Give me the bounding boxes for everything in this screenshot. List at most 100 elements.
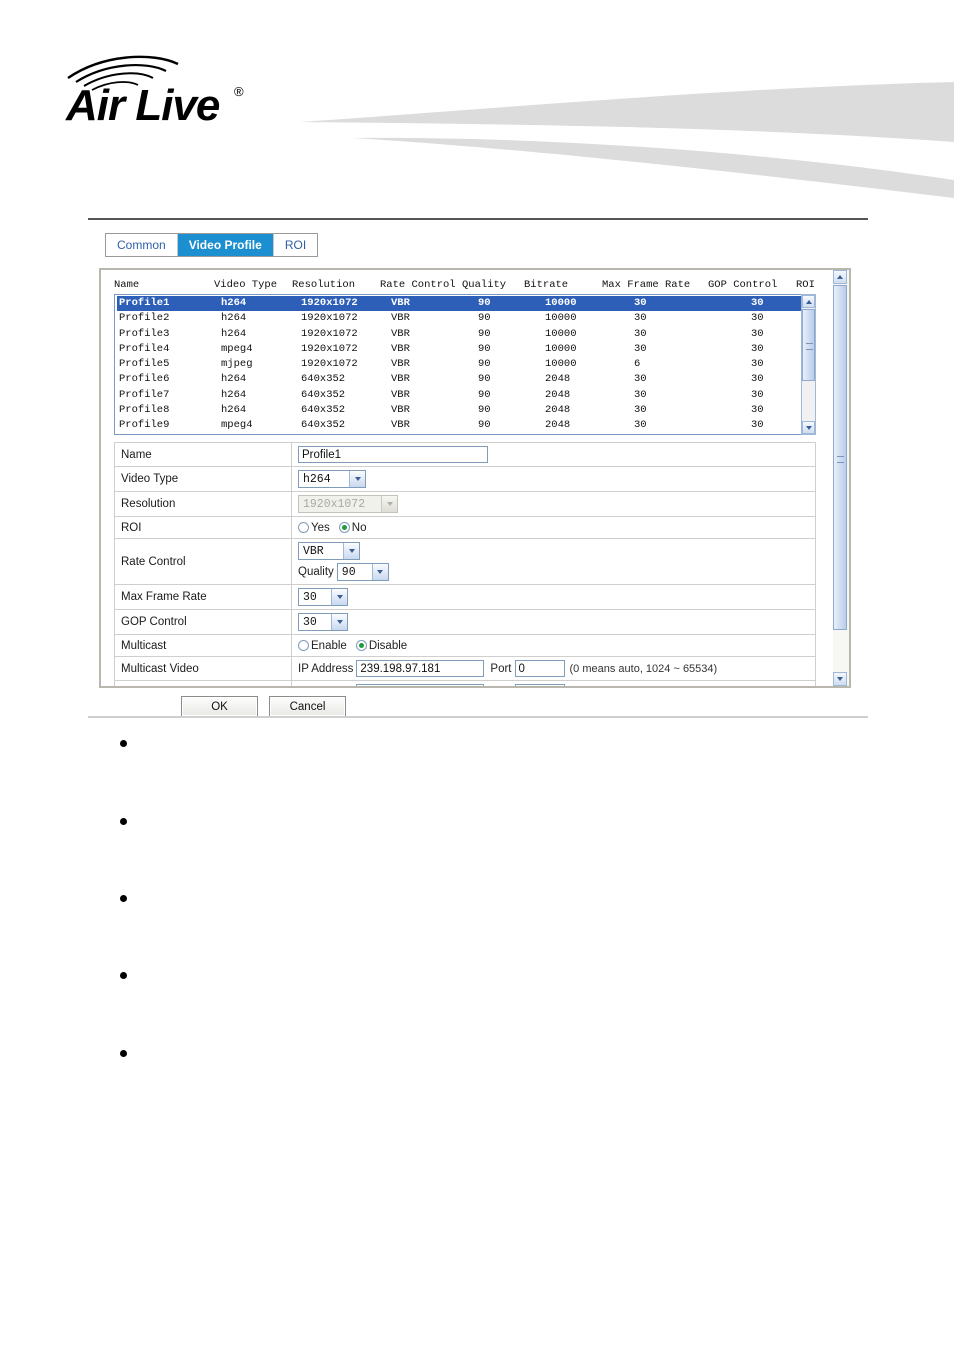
chevron-down-icon[interactable] (331, 589, 347, 605)
gop-control-value: 30 (303, 615, 317, 629)
table-row[interactable]: Profile10mjpeg640x352VBR902048630nono (117, 434, 815, 435)
cell-quality: 90 (478, 419, 491, 432)
cell-bitrate: 2048 (541, 434, 624, 435)
resolution-value: 1920x1072 (303, 497, 366, 511)
header-swoosh-graphic (300, 80, 954, 200)
cell-max_frame_rate: 30 (634, 419, 647, 432)
tab-common[interactable]: Common (106, 234, 178, 256)
radio-icon-multicast-enable[interactable] (298, 640, 309, 651)
label-video-type: Video Type (115, 467, 292, 491)
multicast-video-port-input[interactable] (514, 660, 565, 677)
scrollbar-thumb[interactable] (802, 309, 815, 381)
cell-quality: 90 (474, 296, 541, 312)
col-video-type: Video Type (214, 279, 278, 291)
panel-bottom-divider (88, 716, 868, 718)
table-row[interactable]: Profile4mpeg41920x1072VBR90100003030nono (117, 342, 815, 357)
table-row[interactable]: Profile5mjpeg1920x1072VBR9010000630nono (117, 357, 815, 372)
row-multicast: Multicast Enable Disable (114, 634, 816, 656)
radio-icon-roi-yes[interactable] (298, 522, 309, 533)
row-name: Name (114, 442, 816, 466)
scroll-down-icon[interactable] (833, 672, 847, 686)
gop-control-select[interactable]: 30 (298, 613, 348, 631)
cell-bitrate: 2048 (545, 419, 571, 432)
cell-name: Profile10 (117, 434, 220, 435)
ok-button[interactable]: OK (181, 696, 258, 717)
cell-max_frame_rate: 30 (634, 327, 647, 340)
cell-resolution: 640x352 (301, 419, 346, 432)
cell-quality: 90 (478, 312, 491, 325)
scroll-down-icon[interactable] (802, 421, 815, 434)
radio-icon-multicast-disable[interactable] (355, 640, 367, 651)
radio-icon-roi-no[interactable] (338, 522, 350, 533)
profile-list-box[interactable]: Profile1h2641920x1072VBR90100003030nonoP… (114, 294, 816, 435)
settings-tab-bar: Common Video Profile ROI (105, 233, 319, 257)
cell-bitrate: 10000 (545, 327, 577, 340)
row-video-type: Video Type h264 (114, 466, 816, 491)
cell-name: Profile7 (119, 388, 170, 401)
table-row[interactable]: Profile1h2641920x1072VBR90100003030nono (117, 296, 815, 312)
profile-table-header: Name Video Type Resolution Rate Control … (114, 278, 836, 294)
roi-yes-option[interactable]: Yes (298, 522, 330, 534)
cell-quality: 90 (478, 388, 491, 401)
cell-rate_control: VBR (391, 312, 410, 325)
panel-scrollbar[interactable] (833, 270, 849, 686)
table-row[interactable]: Profile7h264640x352VBR9020483030nono (117, 388, 815, 403)
cell-video_type: mpeg4 (221, 342, 253, 355)
quality-select[interactable]: 90 (336, 563, 389, 581)
multicast-audio-ip-input[interactable] (356, 684, 485, 686)
tab-video-profile[interactable]: Video Profile (177, 234, 274, 256)
cancel-button[interactable]: Cancel (269, 696, 346, 717)
cell-name: Profile4 (119, 342, 170, 355)
chevron-down-icon[interactable] (371, 564, 388, 580)
roi-radio-group: Yes No (298, 522, 371, 534)
rate-control-mode-select[interactable]: VBR (298, 542, 360, 560)
cell-max_frame_rate: 30 (634, 342, 647, 355)
multicast-audio-port-input[interactable] (514, 684, 565, 686)
cell-name: Profile2 (119, 312, 170, 325)
cell-max_frame_rate: 30 (634, 404, 647, 417)
label-multicast-audio: Multicast Audio (115, 681, 292, 686)
table-row[interactable]: Profile3h2641920x1072VBR90100003030nono (117, 327, 815, 342)
cell-resolution: 640x352 (301, 404, 346, 417)
scroll-up-icon[interactable] (833, 270, 847, 284)
scrollbar-thumb[interactable] (833, 285, 847, 630)
cell-rate_control: VBR (391, 358, 410, 371)
cell-rate_control: VBR (390, 296, 474, 312)
chevron-down-icon[interactable] (331, 614, 347, 630)
name-input[interactable] (298, 446, 488, 463)
cell-video_type: h264 (220, 296, 300, 312)
roi-no-option[interactable]: No (338, 521, 367, 534)
multicast-video-ip-input[interactable] (356, 660, 485, 677)
chevron-down-icon[interactable] (343, 543, 359, 559)
table-row[interactable]: Profile9mpeg4640x352VBR9020483030nono (117, 418, 815, 433)
col-roi: ROI (796, 279, 815, 291)
col-resolution: Resolution (292, 279, 356, 291)
multicast-video-hint: (0 means auto, 1024 ~ 65534) (569, 662, 718, 675)
chevron-down-icon[interactable] (349, 471, 365, 487)
col-max-frame-rate: Max Frame Rate (602, 279, 691, 291)
table-row[interactable]: Profile6h264640x352VBR9020483030nono (117, 372, 815, 387)
table-row[interactable]: Profile8h264640x352VBR9020483030nono (117, 403, 815, 418)
label-name: Name (115, 443, 292, 466)
cell-name: Profile5 (119, 358, 170, 371)
profile-list: Name Video Type Resolution Rate Control … (114, 278, 816, 435)
max-frame-rate-select[interactable]: 30 (298, 588, 348, 606)
label-mv-port: Port (490, 662, 512, 675)
profile-rows: Profile1h2641920x1072VBR90100003030nonoP… (117, 296, 815, 435)
label-gop-control: GOP Control (115, 610, 292, 634)
multicast-disable-option[interactable]: Disable (355, 640, 407, 652)
row-max-frame-rate: Max Frame Rate 30 (114, 584, 816, 609)
cell-rate_control: VBR (391, 419, 410, 432)
multicast-enable-option[interactable]: Enable (298, 640, 347, 652)
label-mv-ip: IP Address (298, 662, 354, 675)
profile-list-scrollbar[interactable] (801, 294, 816, 435)
scroll-up-icon[interactable] (802, 295, 815, 308)
video-type-select[interactable]: h264 (298, 470, 366, 488)
tab-roi[interactable]: ROI (273, 234, 318, 256)
label-resolution: Resolution (115, 492, 292, 516)
bullet-marker (120, 1050, 127, 1057)
roi-no-label: No (351, 521, 367, 534)
roi-yes-label: Yes (311, 521, 330, 534)
table-row[interactable]: Profile2h2641920x1072VBR90100003030nono (117, 311, 815, 326)
cell-name: Profile9 (119, 419, 170, 432)
